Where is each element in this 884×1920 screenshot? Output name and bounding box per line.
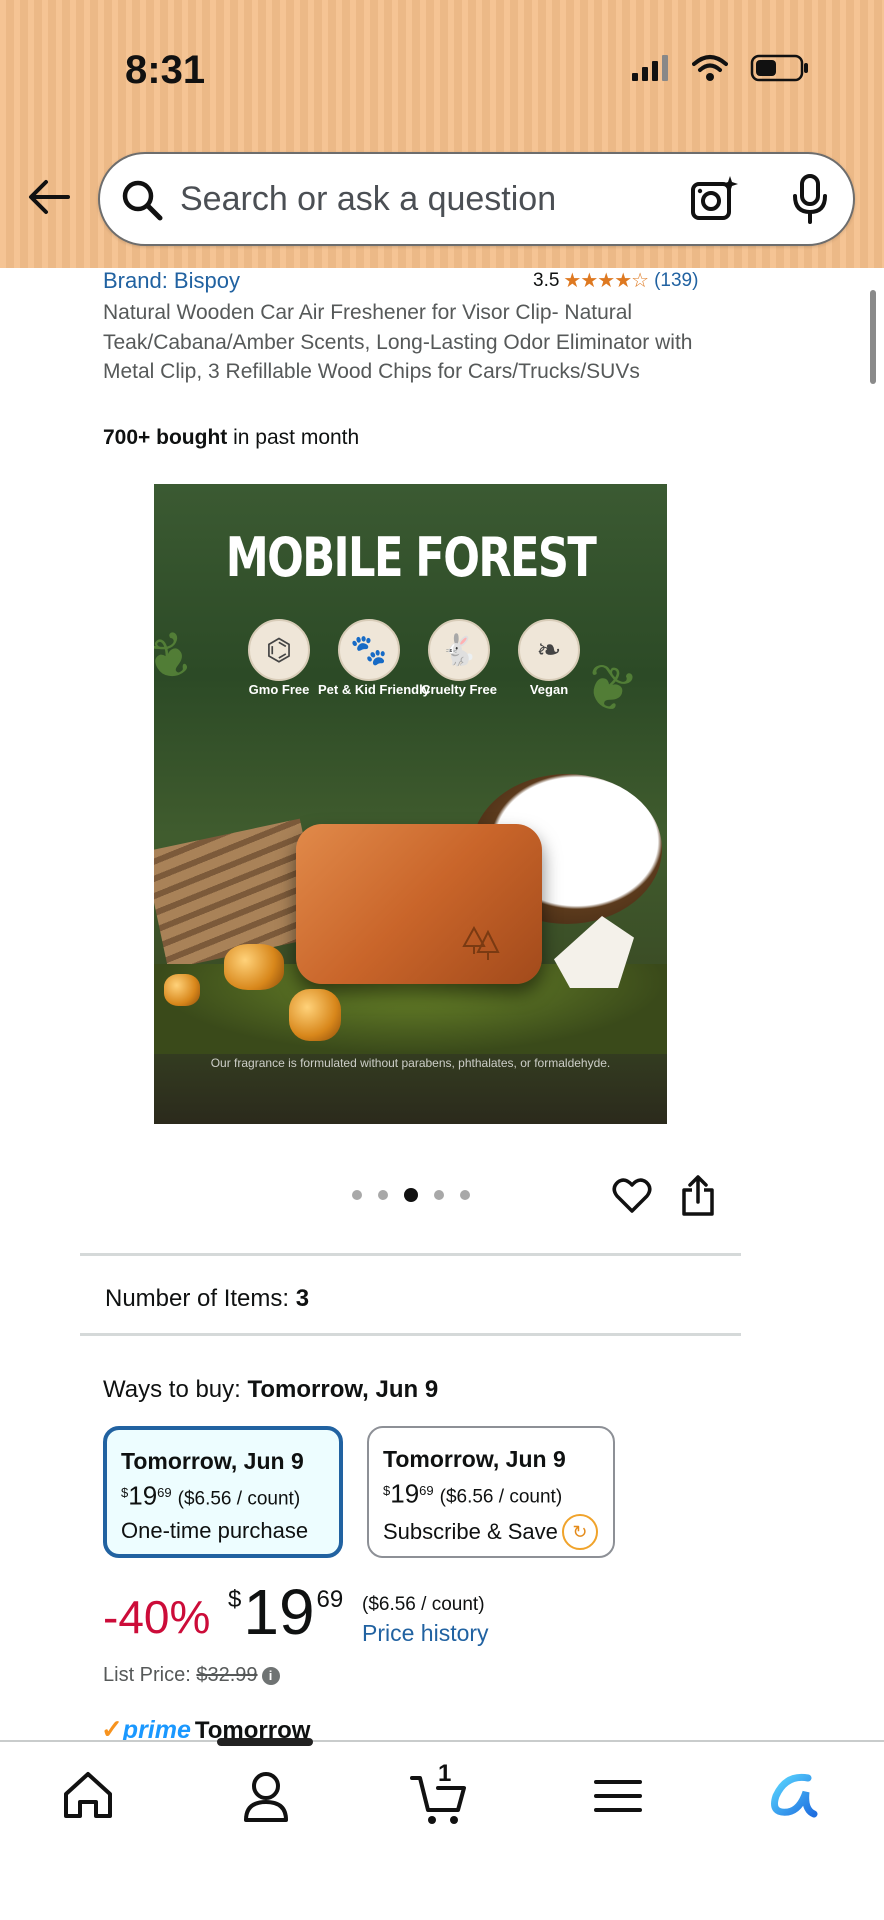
cart-count: 1 (438, 1760, 452, 1787)
option-type: Subscribe & Save (383, 1519, 558, 1545)
unit-price: ($6.56 / count) (362, 1594, 485, 1615)
badge-vegan: ❧ Vegan (518, 619, 580, 697)
badge-gmo-free: ⌬ Gmo Free (248, 619, 310, 697)
divider (80, 1333, 741, 1336)
search-input[interactable]: Search or ask a question (98, 152, 855, 246)
search-icon (122, 180, 163, 221)
option-price: $1969 ($6.56 / count) (121, 1476, 325, 1516)
home-icon[interactable] (58, 1766, 118, 1826)
option-price-cents: 69 (157, 1485, 172, 1500)
carousel-dot[interactable] (460, 1190, 470, 1200)
rating-summary[interactable]: 3.5 ★★★★☆ (139) (533, 268, 698, 293)
drawer-handle[interactable] (217, 1738, 313, 1746)
battery-icon (750, 54, 808, 82)
badge-label: Pet & Kid Friendly (318, 682, 430, 697)
items-label: Number of Items: (105, 1285, 296, 1312)
tree-logo-icon (462, 925, 500, 960)
ways-date: Tomorrow, Jun 9 (247, 1376, 439, 1403)
badge-row: ⌬ Gmo Free 🐾 Pet & Kid Friendly 🐇 Cruelt… (248, 619, 580, 697)
divider (80, 1253, 741, 1256)
product-image[interactable]: ❦ ❦ ❦ MOBILE FOREST ⌬ Gmo Free 🐾 Pet & K… (154, 484, 667, 1124)
carousel-dot-active[interactable] (404, 1188, 418, 1202)
price-currency: $ (228, 1586, 242, 1613)
items-value: 3 (295, 1285, 310, 1312)
wifi-icon (692, 55, 728, 81)
heart-icon[interactable] (612, 1176, 652, 1216)
carousel-dot[interactable] (378, 1190, 388, 1200)
wood-freshener-graphic (296, 824, 542, 984)
account-icon[interactable] (236, 1766, 296, 1826)
price-history-link[interactable]: Price history (362, 1620, 489, 1647)
option-unit-price: ($6.56 / count) (439, 1486, 563, 1508)
camera-search-icon[interactable] (690, 174, 738, 222)
app-header: 8:31 Search or ask a question (0, 0, 884, 268)
share-icon[interactable] (680, 1174, 716, 1216)
list-price: List Price: $32.99 i (103, 1664, 280, 1687)
microphone-icon[interactable] (790, 174, 830, 224)
subscribe-cart-icon: ↻ (561, 1514, 598, 1551)
brand-link[interactable]: Brand: Bispoy (103, 268, 240, 294)
badge-label: Cruelty Free (421, 682, 497, 697)
list-price-label: List Price: (103, 1664, 197, 1686)
menu-icon[interactable] (588, 1766, 648, 1826)
bought-count: 700+ bought in past month (103, 426, 359, 450)
status-icons (630, 54, 810, 82)
amber-graphic (224, 944, 284, 990)
scrollbar[interactable] (870, 290, 876, 384)
carousel-dot[interactable] (434, 1190, 444, 1200)
current-price: $ 19 69 (228, 1580, 343, 1644)
signal-icon (632, 55, 668, 81)
star-rating-icon: ★★★★☆ (563, 270, 649, 292)
option-unit-price: ($6.56 / count) (177, 1488, 301, 1510)
discount-percent: -40% (103, 1591, 211, 1643)
option-type: One-time purchase (121, 1518, 309, 1544)
paw-icon: 🐾 (338, 619, 400, 681)
ways-to-buy: Ways to buy: Tomorrow, Jun 9 (103, 1376, 438, 1404)
option-price-whole: 19 (390, 1478, 420, 1509)
back-arrow-icon[interactable] (24, 172, 74, 222)
option-price: $1969 ($6.56 / count) (383, 1474, 599, 1514)
ways-label: Ways to buy: (103, 1376, 248, 1403)
image-footnote: Our fragrance is formulated without para… (210, 1056, 611, 1070)
search-row: Search or ask a question (0, 150, 884, 250)
info-icon[interactable]: i (261, 1666, 280, 1685)
option-date: Tomorrow, Jun 9 (121, 1448, 304, 1474)
bought-number: 700+ bought (103, 426, 228, 449)
rabbit-icon: 🐇 (428, 619, 490, 681)
image-headline: MOBILE FOREST (225, 526, 597, 589)
bought-suffix: in past month (227, 426, 360, 449)
badge-label: Vegan (529, 682, 569, 697)
price-cents: 69 (316, 1586, 344, 1613)
one-time-purchase-option[interactable]: Tomorrow, Jun 9 $1969 ($6.56 / count) One… (103, 1426, 343, 1558)
option-price-whole: 19 (128, 1480, 158, 1511)
subscribe-save-option[interactable]: Tomorrow, Jun 9 $1969 ($6.56 / count) Sub… (367, 1426, 615, 1558)
badge-label: Gmo Free (248, 682, 310, 697)
option-type-row: Subscribe & Save ↻ (383, 1514, 599, 1551)
search-placeholder: Search or ask a question (180, 180, 557, 218)
rating-count[interactable]: (139) (654, 270, 698, 292)
carousel-dots[interactable] (352, 1188, 470, 1202)
price-whole: 19 (243, 1576, 315, 1648)
molecule-icon: ⌬ (248, 619, 310, 681)
list-price-value: $32.99 (196, 1664, 258, 1686)
badge-pet-kid: 🐾 Pet & Kid Friendly (318, 619, 430, 697)
rufus-ai-icon[interactable] (764, 1766, 824, 1826)
amber-graphic (164, 974, 200, 1006)
badge-cruelty-free: 🐇 Cruelty Free (421, 619, 497, 697)
status-time: 8:31 (125, 48, 206, 92)
carousel-dot[interactable] (352, 1190, 362, 1200)
amber-graphic (289, 989, 341, 1041)
option-price-cents: 69 (419, 1483, 434, 1498)
rating-value: 3.5 (533, 269, 560, 291)
product-title: Natural Wooden Car Air Freshener for Vis… (103, 301, 693, 383)
fern-decoration: ❦ (154, 616, 208, 701)
option-date: Tomorrow, Jun 9 (383, 1446, 566, 1472)
number-of-items[interactable]: Number of Items: 3 (105, 1285, 309, 1313)
leaf-icon: ❧ (518, 619, 580, 681)
